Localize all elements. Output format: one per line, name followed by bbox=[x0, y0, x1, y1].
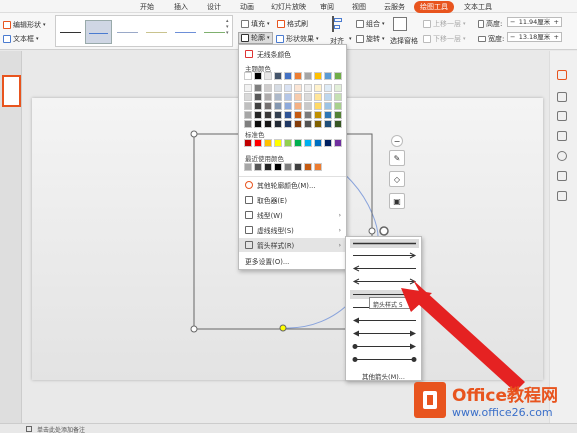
office-logo-icon bbox=[414, 382, 446, 418]
watermark-brand: Office教程网 bbox=[452, 386, 559, 406]
watermark-url: www.office26.com bbox=[452, 406, 553, 419]
watermark: Office教程网 www.office26.com bbox=[412, 378, 574, 428]
notes-placeholder: 单击此处添加备注 bbox=[37, 427, 86, 433]
red-pointer-arrow bbox=[401, 280, 525, 392]
notes-icon bbox=[26, 426, 32, 432]
